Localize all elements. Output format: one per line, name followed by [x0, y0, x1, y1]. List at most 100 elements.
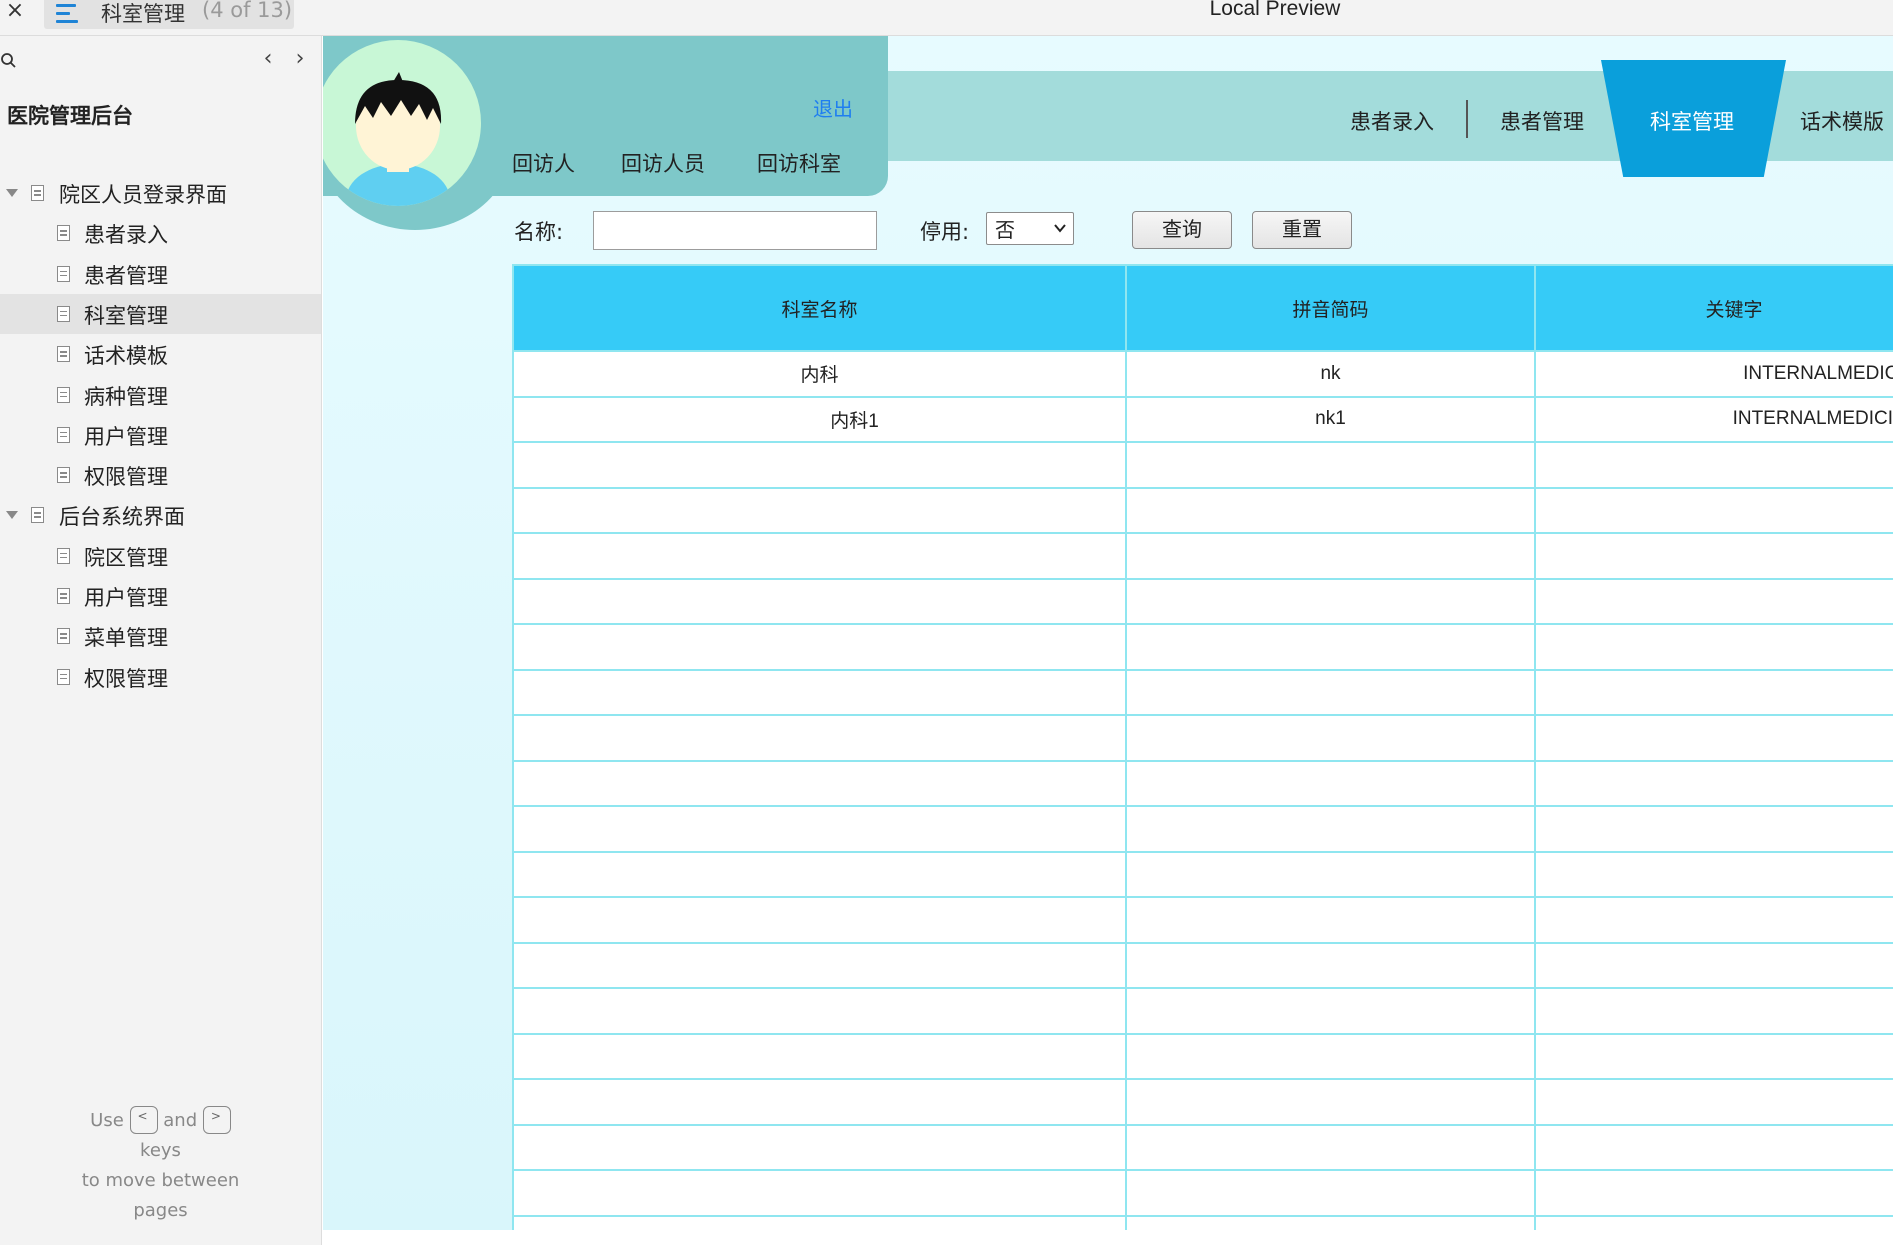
page-icon [57, 386, 70, 403]
table-cell [1125, 486, 1536, 534]
table-row-empty[interactable] [512, 759, 1893, 807]
caret-down-icon[interactable] [6, 511, 18, 520]
table-cell [512, 714, 1127, 762]
chevron-left-icon[interactable]: ‹ [258, 48, 278, 72]
page-icon [31, 507, 44, 524]
page-icon [57, 467, 70, 484]
chevron-right-icon[interactable]: › [290, 48, 310, 72]
table-row-empty[interactable] [512, 805, 1893, 853]
table-cell [512, 1123, 1127, 1171]
table-cell [1125, 1214, 1536, 1230]
table-column-header[interactable]: 拼音简码 [1125, 264, 1536, 352]
search-icon[interactable] [0, 52, 18, 70]
table-cell [1534, 668, 1893, 716]
table-cell: 内科 [512, 350, 1127, 398]
page-icon [57, 547, 70, 564]
table-cell [1125, 532, 1536, 580]
table-row-empty[interactable] [512, 668, 1893, 716]
table-cell [1534, 1214, 1893, 1230]
table-cell [512, 805, 1127, 853]
table-row-empty[interactable] [512, 577, 1893, 625]
reset-button[interactable]: 重置 [1252, 211, 1352, 249]
table-cell [1125, 1032, 1536, 1080]
tree-item[interactable]: 权限管理 [0, 657, 321, 697]
table-row-empty[interactable] [512, 486, 1893, 534]
tree-item-label: 菜单管理 [84, 626, 168, 651]
window-title: Local Preview [1209, 0, 1341, 20]
page-tab[interactable]: 科室管理 (4 of 13) [44, 0, 294, 29]
tree-group[interactable]: 院区人员登录界面 [0, 173, 321, 213]
table-row-empty[interactable] [512, 850, 1893, 898]
tab-page-title: 科室管理 [101, 2, 185, 26]
tree-item[interactable]: 患者录入 [0, 213, 321, 253]
top-bar: × 科室管理 (4 of 13) Local Preview [0, 0, 1893, 36]
table-cell [512, 850, 1127, 898]
tree-item[interactable]: 患者管理 [0, 254, 321, 294]
tree-item-label: 科室管理 [84, 303, 168, 328]
tree-item[interactable]: 病种管理 [0, 375, 321, 415]
menu-icon[interactable] [56, 2, 80, 26]
table-row-empty[interactable] [512, 1169, 1893, 1217]
table-row-empty[interactable] [512, 1032, 1893, 1080]
caret-down-icon[interactable] [6, 189, 18, 197]
table-cell [512, 1078, 1127, 1126]
right-key-icon: > [202, 1106, 231, 1134]
table-cell [1534, 532, 1893, 580]
main-nav-item[interactable]: 话术模版 [1800, 106, 1884, 136]
table-column-header[interactable]: 关键字 [1534, 264, 1893, 352]
tree-item[interactable]: 科室管理 [0, 293, 321, 334]
tree-item[interactable]: 用户管理 [0, 576, 321, 616]
close-icon[interactable]: × [4, 0, 26, 26]
avatar[interactable] [323, 40, 481, 206]
help-use-text: Use [90, 1110, 124, 1131]
table-row-empty[interactable] [512, 1214, 1893, 1230]
main-nav-item[interactable]: 患者管理 [1500, 106, 1584, 136]
sub-nav-item[interactable]: 回访人员 [621, 148, 705, 178]
table-row-empty[interactable] [512, 1123, 1893, 1171]
help-keys-text: keys [140, 1140, 181, 1161]
tree-item[interactable]: 菜单管理 [0, 616, 321, 656]
query-button[interactable]: 查询 [1132, 211, 1232, 249]
table-row-empty[interactable] [512, 1078, 1893, 1126]
table-row-empty[interactable] [512, 714, 1893, 762]
table-cell [512, 577, 1127, 625]
tree-item-label: 病种管理 [84, 384, 168, 409]
table-row-empty[interactable] [512, 441, 1893, 489]
tree-item[interactable]: 用户管理 [0, 415, 321, 455]
sub-nav-item[interactable]: 回访人 [512, 148, 575, 178]
table-cell [1125, 987, 1536, 1035]
table-row-empty[interactable] [512, 941, 1893, 989]
tree-item[interactable]: 权限管理 [0, 455, 321, 495]
chevron-down-icon [1054, 224, 1066, 233]
page-icon [57, 426, 70, 443]
tree-group[interactable]: 后台系统界面 [0, 495, 321, 535]
table-cell [1125, 941, 1536, 989]
table-row-empty[interactable] [512, 987, 1893, 1035]
tree-item[interactable]: 院区管理 [0, 536, 321, 576]
tree-group-label: 院区人员登录界面 [59, 183, 227, 207]
table-row-empty[interactable] [512, 896, 1893, 944]
table-cell [1534, 623, 1893, 671]
table-cell [512, 668, 1127, 716]
page-icon [31, 185, 44, 201]
stop-filter-value: 否 [995, 218, 1015, 242]
table-cell [512, 486, 1127, 534]
table-cell [1534, 759, 1893, 807]
table-cell [1534, 1169, 1893, 1217]
table-row-empty[interactable] [512, 532, 1893, 580]
tree-item[interactable]: 话术模板 [0, 334, 321, 374]
table-row[interactable]: 内科nkINTERNALMEDICINE [512, 350, 1893, 398]
name-filter-input[interactable] [593, 211, 877, 250]
main-nav-item[interactable]: 患者录入 [1350, 106, 1434, 136]
table-cell [1534, 1032, 1893, 1080]
table-cell [512, 532, 1127, 580]
table-row-empty[interactable] [512, 623, 1893, 671]
stop-filter-select[interactable]: 否 [986, 212, 1074, 245]
table-row[interactable]: 内科1nk1INTERNALMEDICINE1 [512, 395, 1893, 443]
main-nav-item[interactable]: 科室管理 [1650, 106, 1734, 136]
logout-link[interactable]: 退出 [813, 93, 853, 122]
tree-item-label: 患者录入 [84, 223, 168, 248]
sub-nav-item[interactable]: 回访科室 [757, 148, 841, 178]
table-column-header[interactable]: 科室名称 [512, 264, 1127, 352]
keyboard-help: Use < and > keys to move between pages [0, 1106, 321, 1226]
